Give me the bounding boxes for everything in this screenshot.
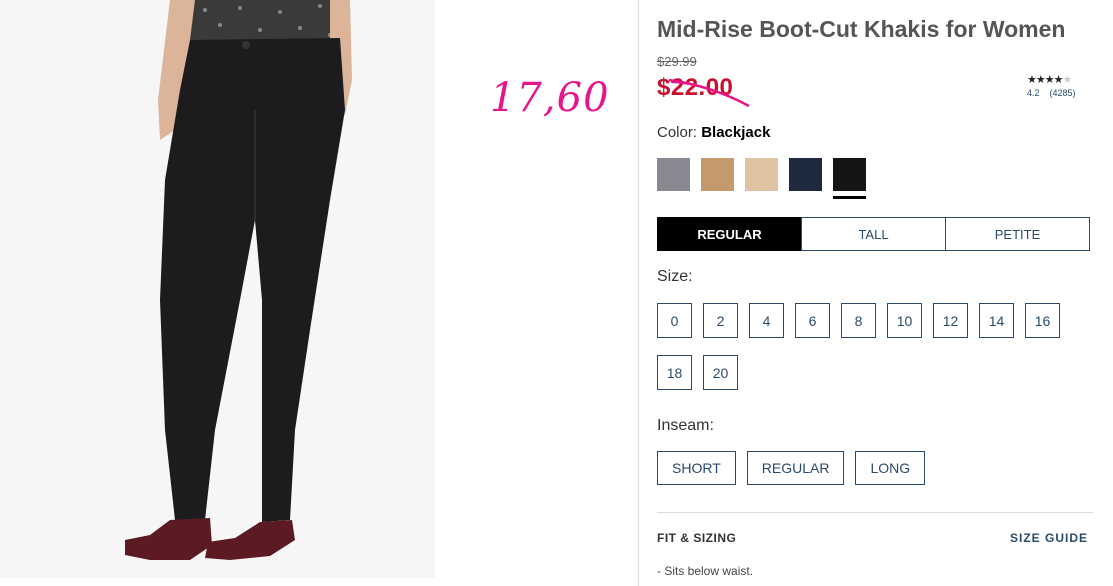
size-button[interactable]: 2 <box>703 303 738 338</box>
fit-tabs: REGULAR TALL PETITE <box>657 217 1090 251</box>
size-guide-link[interactable]: SIZE GUIDE <box>1010 531 1088 545</box>
inseam-options: SHORT REGULAR LONG <box>657 451 936 485</box>
swatch-navy[interactable] <box>789 158 822 191</box>
size-button[interactable]: 8 <box>841 303 876 338</box>
product-details-panel: Mid-Rise Boot-Cut Khakis for Women $29.9… <box>657 0 1097 586</box>
fit-note: - Sits below waist. <box>657 564 754 578</box>
swatch-grey[interactable] <box>657 158 690 191</box>
color-label: Color: <box>657 124 698 141</box>
color-selection-label: Color: Blackjack <box>657 124 770 141</box>
swatch-khaki[interactable] <box>701 158 734 191</box>
size-button[interactable]: 0 <box>657 303 692 338</box>
size-button[interactable]: 14 <box>979 303 1014 338</box>
original-price: $29.99 <box>657 54 697 69</box>
rating-value: 4.2 <box>1027 88 1040 98</box>
size-label: Size: <box>657 268 693 285</box>
color-value: Blackjack <box>701 124 771 141</box>
size-button[interactable]: 16 <box>1025 303 1060 338</box>
size-button[interactable]: 20 <box>703 355 738 390</box>
product-title: Mid-Rise Boot-Cut Khakis for Women <box>657 16 1066 42</box>
swatch-stone[interactable] <box>745 158 778 191</box>
section-divider <box>657 512 1093 513</box>
inseam-long-button[interactable]: LONG <box>855 451 926 485</box>
inseam-regular-button[interactable]: REGULAR <box>746 451 845 485</box>
size-button[interactable]: 12 <box>933 303 968 338</box>
review-count[interactable]: (4285) <box>1050 88 1076 98</box>
color-swatches <box>657 158 877 199</box>
rating-stars-icon: ★★★★★ <box>1027 74 1072 86</box>
swatch-blackjack[interactable] <box>833 158 866 199</box>
tab-tall[interactable]: TALL <box>801 217 946 251</box>
handwritten-price-note: 17,60 <box>490 75 610 121</box>
rating-widget[interactable]: ★★★★★ 4.2 (4285) <box>1027 73 1097 98</box>
inseam-short-button[interactable]: SHORT <box>657 451 736 485</box>
tab-petite[interactable]: PETITE <box>945 217 1090 251</box>
size-button[interactable]: 6 <box>795 303 830 338</box>
handwritten-strike-icon <box>668 78 750 108</box>
size-button[interactable]: 18 <box>657 355 692 390</box>
tab-regular[interactable]: REGULAR <box>657 217 802 251</box>
column-divider <box>638 0 639 586</box>
size-button[interactable]: 4 <box>749 303 784 338</box>
size-button[interactable]: 10 <box>887 303 922 338</box>
sale-price-block: $22.00 <box>657 72 767 112</box>
fit-sizing-heading[interactable]: FIT & SIZING <box>657 531 736 545</box>
product-image <box>0 0 435 578</box>
inseam-label: Inseam: <box>657 417 714 434</box>
size-options: 0 2 4 6 8 10 12 14 16 18 20 <box>657 303 1097 407</box>
